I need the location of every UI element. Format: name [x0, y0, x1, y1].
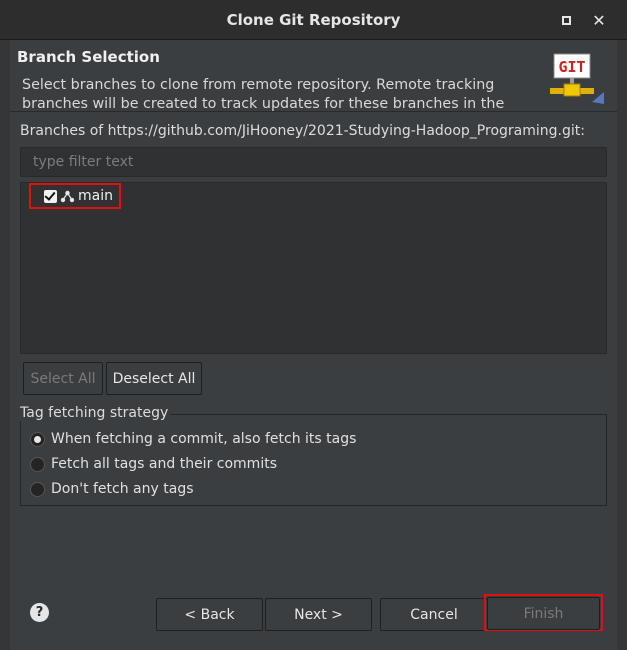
square-icon — [561, 15, 571, 25]
help-icon[interactable]: ? — [30, 603, 49, 622]
radio-button[interactable] — [30, 431, 45, 447]
branch-list[interactable]: main — [20, 182, 607, 354]
branch-item-main[interactable]: main — [29, 183, 121, 209]
branch-label: main — [78, 188, 113, 204]
background-window-edge-right — [617, 40, 627, 650]
maximize-button[interactable] — [556, 10, 576, 30]
finish-highlight: Finish — [484, 594, 603, 631]
git-logo-text: GIT — [558, 58, 585, 76]
tag-strategy-label: Tag fetching strategy — [20, 405, 171, 421]
git-logo-icon: GIT — [550, 53, 604, 104]
title-bar: Clone Git Repository ✕ — [0, 0, 627, 40]
radio-no-tags[interactable]: Don't fetch any tags — [30, 481, 194, 497]
finish-button[interactable]: Finish — [487, 597, 600, 630]
window-title: Clone Git Repository — [226, 11, 401, 29]
branches-label: Branches of https://github.com/JiHooney/… — [20, 123, 585, 139]
radio-fetch-all-tags[interactable]: Fetch all tags and their commits — [30, 456, 277, 472]
filter-field[interactable] — [20, 147, 607, 177]
radio-label: Fetch all tags and their commits — [51, 456, 277, 472]
back-button[interactable]: < Back — [156, 598, 263, 631]
radio-label: When fetching a commit, also fetch its t… — [51, 431, 357, 447]
wizard-header: Branch Selection Select branches to clon… — [10, 40, 617, 112]
next-button[interactable]: Next > — [265, 598, 372, 631]
filter-input[interactable] — [33, 154, 594, 170]
close-button[interactable]: ✕ — [589, 10, 609, 30]
radio-label: Don't fetch any tags — [51, 481, 194, 497]
radio-button[interactable] — [30, 481, 45, 497]
deselect-all-button[interactable]: Deselect All — [106, 362, 202, 395]
cancel-button[interactable]: Cancel — [380, 598, 488, 631]
radio-button[interactable] — [30, 456, 45, 472]
page-title: Branch Selection — [17, 48, 160, 66]
radio-fetch-tags-with-commit[interactable]: When fetching a commit, also fetch its t… — [30, 431, 356, 447]
close-icon: ✕ — [592, 10, 606, 30]
page-description: Select branches to clone from remote rep… — [22, 77, 505, 112]
select-all-button[interactable]: Select All — [23, 362, 103, 395]
branch-icon — [60, 190, 75, 202]
branch-checkbox[interactable] — [44, 189, 57, 203]
background-window-edge — [0, 40, 10, 650]
